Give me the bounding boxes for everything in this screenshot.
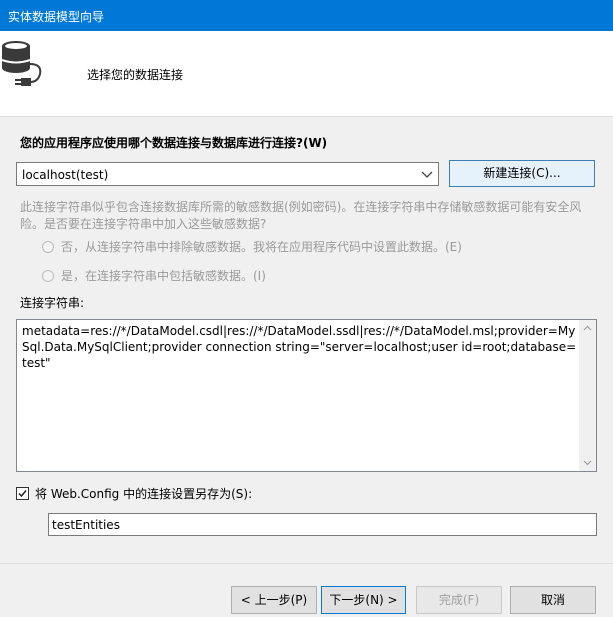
radio-exclude-sensitive[interactable]: 否，从连接字符串中排除敏感数据。我将在应用程序代码中设置此数据。(E): [42, 238, 462, 255]
new-connection-button[interactable]: 新建连接(C)...: [449, 160, 595, 187]
save-settings-checkbox[interactable]: [16, 487, 29, 500]
vertical-scrollbar[interactable]: [579, 320, 596, 471]
connection-selected-value: localhost(test): [22, 168, 109, 182]
save-settings-row[interactable]: 将 Web.Config 中的连接设置另存为(S):: [16, 485, 252, 502]
connection-question: 您的应用程序应使用哪个数据连接与数据库进行连接?(W): [20, 136, 328, 150]
radio-exclude-label: 否，从连接字符串中排除敏感数据。我将在应用程序代码中设置此数据。(E): [61, 240, 462, 254]
entity-name-input[interactable]: testEntities: [48, 513, 597, 536]
sensitive-data-description: 此连接字符串似乎包含连接数据库所需的敏感数据(例如密码)。在连接字符串中存储敏感…: [20, 200, 582, 231]
entity-name-value: testEntities: [52, 518, 120, 532]
database-plug-icon: [0, 36, 50, 90]
window-title: 实体数据模型向导: [8, 10, 105, 24]
title-bar: 实体数据模型向导: [0, 0, 613, 31]
connection-select[interactable]: localhost(test): [16, 162, 439, 186]
radio-circle[interactable]: [42, 241, 54, 253]
prev-button[interactable]: < 上一步(P): [231, 586, 317, 614]
chevron-down-icon[interactable]: [418, 165, 436, 183]
wizard-header: 选择您的数据连接: [0, 31, 613, 117]
connection-string-text: metadata=res://*/DataModel.csdl|res://*/…: [22, 324, 577, 370]
scroll-up-icon[interactable]: [579, 320, 596, 337]
radio-include-label: 是，在连接字符串中包括敏感数据。(I): [61, 269, 266, 283]
radio-include-sensitive[interactable]: 是，在连接字符串中包括敏感数据。(I): [42, 267, 266, 284]
scroll-down-icon[interactable]: [579, 454, 596, 471]
footer-divider: [0, 563, 613, 564]
connection-string-textarea[interactable]: metadata=res://*/DataModel.csdl|res://*/…: [16, 319, 597, 472]
checkmark-icon: [18, 490, 27, 498]
connection-string-label: 连接字符串:: [20, 296, 85, 310]
cancel-button[interactable]: 取消: [510, 586, 596, 614]
radio-circle[interactable]: [42, 270, 54, 282]
next-button[interactable]: 下一步(N) >: [321, 586, 406, 614]
page-heading: 选择您的数据连接: [87, 68, 184, 82]
save-settings-label: 将 Web.Config 中的连接设置另存为(S):: [35, 487, 253, 501]
finish-button[interactable]: 完成(F): [416, 586, 502, 614]
